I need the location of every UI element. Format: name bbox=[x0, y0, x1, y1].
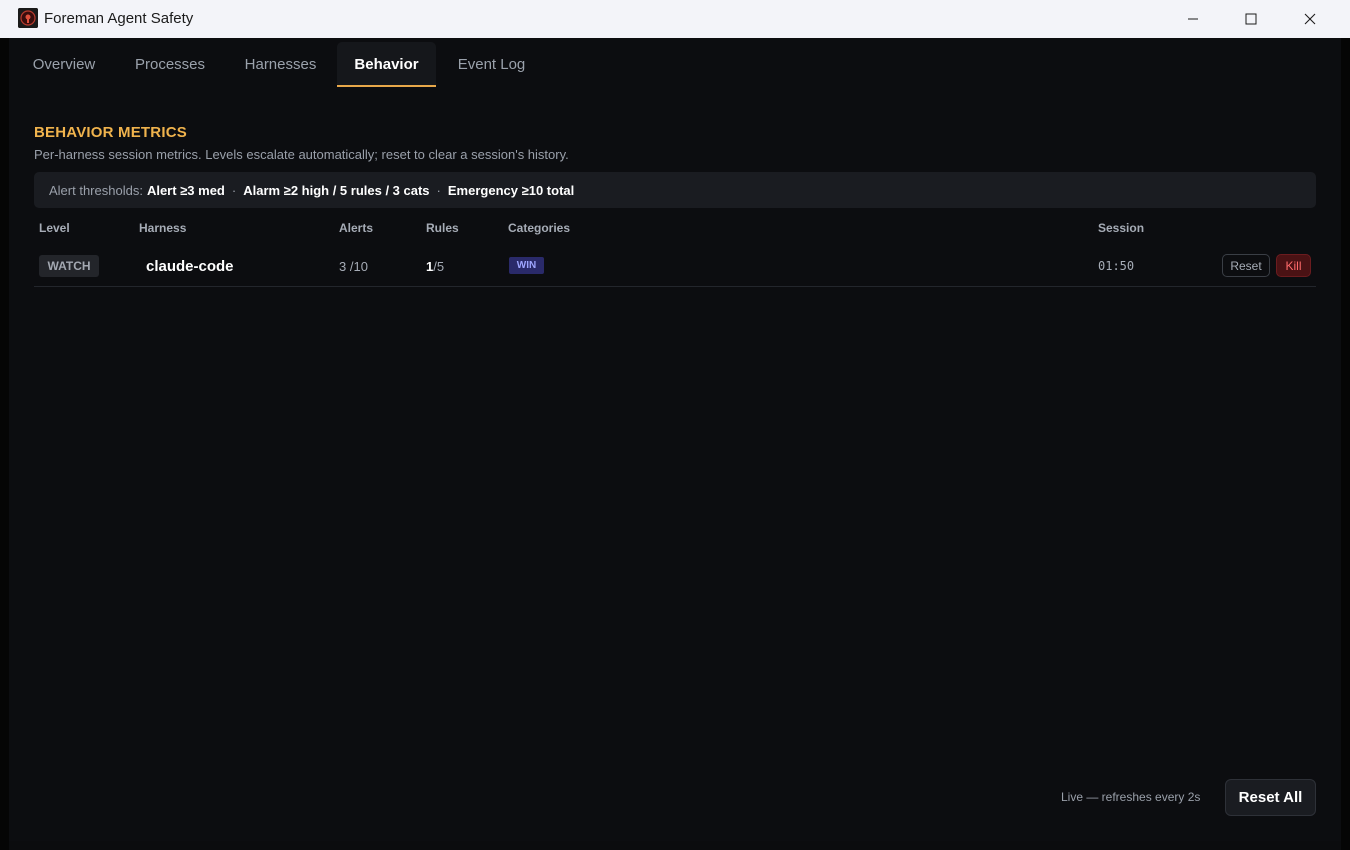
tab-processes[interactable]: Processes bbox=[125, 42, 215, 86]
title-bar: Foreman Agent Safety bbox=[0, 0, 1350, 38]
maximize-button[interactable] bbox=[1222, 0, 1280, 38]
tab-bar: Overview Processes Harnesses Behavior Ev… bbox=[9, 38, 1341, 87]
maximize-icon bbox=[1245, 13, 1257, 25]
column-header-level: Level bbox=[39, 221, 70, 235]
column-header-categories: Categories bbox=[508, 221, 571, 235]
window-border-right bbox=[1341, 38, 1350, 850]
category-badge: WIN bbox=[509, 257, 544, 274]
close-icon bbox=[1304, 13, 1316, 25]
app-content: Overview Processes Harnesses Behavior Ev… bbox=[9, 38, 1341, 841]
kill-button[interactable]: Kill bbox=[1276, 254, 1311, 277]
window-border-left bbox=[0, 38, 9, 850]
rules-count: 1/5 bbox=[426, 259, 444, 274]
tab-event-log[interactable]: Event Log bbox=[446, 42, 537, 86]
alerts-total: /10 bbox=[349, 259, 368, 274]
window-title: Foreman Agent Safety bbox=[44, 10, 194, 27]
column-header-rules: Rules bbox=[426, 221, 459, 235]
alerts-value: 3 bbox=[339, 259, 347, 274]
threshold-alarm: Alarm ≥2 high / 5 rules / 3 cats bbox=[243, 182, 430, 198]
harness-name: claude-code bbox=[146, 258, 234, 275]
tab-harnesses[interactable]: Harnesses bbox=[233, 42, 328, 86]
rules-total: /5 bbox=[433, 259, 445, 274]
threshold-alert: Alert ≥3 med bbox=[146, 182, 225, 198]
minimize-icon bbox=[1188, 18, 1198, 20]
reset-button[interactable]: Reset bbox=[1222, 254, 1270, 277]
column-header-session: Session bbox=[1098, 221, 1145, 235]
row-divider bbox=[34, 286, 1316, 287]
session-timer: 01:50 bbox=[1098, 259, 1135, 273]
column-header-alerts: Alerts bbox=[339, 221, 374, 235]
threshold-emergency: Emergency ≥10 total bbox=[447, 182, 575, 198]
section-description: Per-harness session metrics. Levels esca… bbox=[34, 147, 569, 162]
refresh-status: Live — refreshes every 2s bbox=[1061, 790, 1201, 804]
close-button[interactable] bbox=[1281, 0, 1339, 38]
reset-all-button[interactable]: Reset All bbox=[1225, 779, 1316, 816]
threshold-separator: · bbox=[436, 182, 441, 198]
thresholds-label: Alert thresholds: bbox=[49, 182, 143, 198]
minimize-button[interactable] bbox=[1164, 0, 1222, 38]
column-header-harness: Harness bbox=[139, 221, 187, 235]
section-title: BEHAVIOR METRICS bbox=[34, 124, 187, 141]
level-badge: WATCH bbox=[39, 255, 99, 277]
tab-behavior[interactable]: Behavior bbox=[337, 42, 436, 87]
threshold-separator: · bbox=[231, 182, 237, 198]
foreman-shield-icon bbox=[18, 8, 38, 28]
tab-overview[interactable]: Overview bbox=[19, 42, 109, 86]
alert-thresholds-bar: Alert thresholds: Alert ≥3 med · Alarm ≥… bbox=[34, 172, 1316, 208]
alerts-count: 3 /10 bbox=[339, 259, 368, 274]
